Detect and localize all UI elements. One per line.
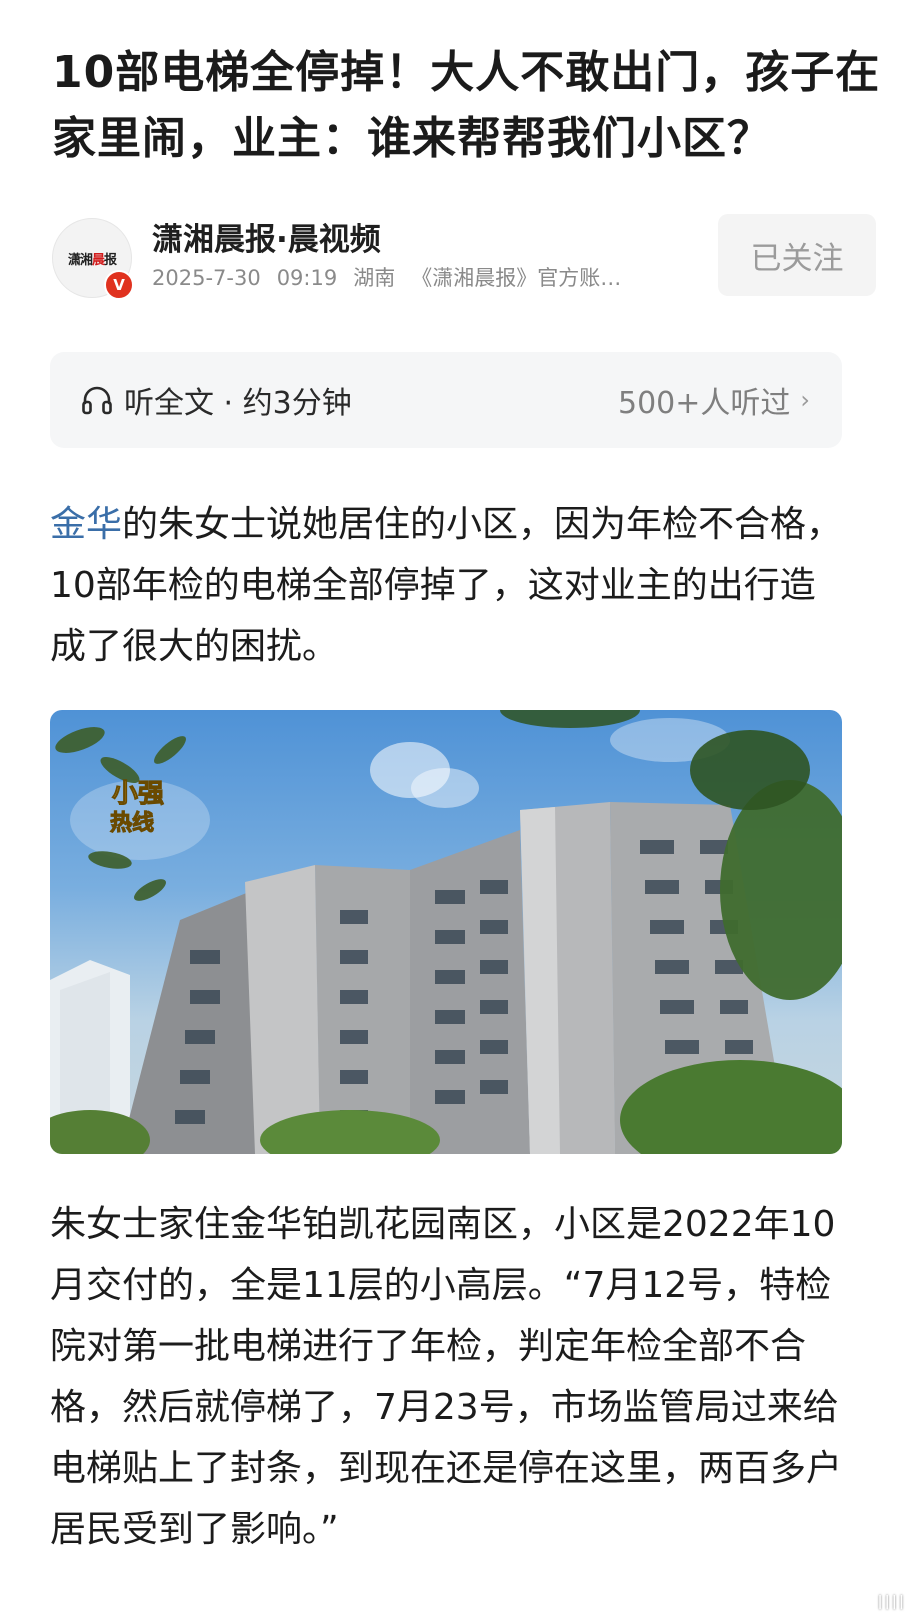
publish-location: 湖南 xyxy=(353,266,396,290)
building-image: 小强 热线 xyxy=(50,710,842,1154)
author-row: 潇湘晨报 V 潇湘晨报·晨视频 2025-7-30 09:19 湖南 《潇湘晨报》官方… xyxy=(52,212,876,302)
headphones-icon xyxy=(82,386,112,415)
listen-right: 500+人听过 › xyxy=(618,352,810,448)
author-name[interactable]: 潇湘晨报·晨视频 xyxy=(152,214,381,259)
paragraph-1: 金华的朱女士说她居住的小区，因为年检不合格，10部年检的电梯全部停掉了，这对业主… xyxy=(50,494,850,677)
author-meta: 2025-7-30 09:19 湖南 《潇湘晨报》官方账… xyxy=(152,262,672,292)
avatar-text-red: 晨 xyxy=(91,252,105,268)
follow-button[interactable]: 已关注 xyxy=(718,214,876,296)
avatar-text-end: 报 xyxy=(104,252,117,268)
listen-count: 500+人听过 xyxy=(617,386,791,421)
paragraph-2: 朱女士家住金华铂凯花园南区，小区是2022年10月交付的，全是11层的小高层。“… xyxy=(50,1204,843,1550)
location-link[interactable]: 金华 xyxy=(50,504,122,545)
verified-badge-icon: V xyxy=(104,270,134,300)
author-desc: 《潇湘晨报》官方账… xyxy=(411,266,622,290)
listen-label: 听全文 · 约3分钟 xyxy=(124,386,352,421)
logo-line-2: 热线 xyxy=(110,810,154,836)
publish-time: 09:19 xyxy=(276,266,338,290)
logo-line-1: 小强 xyxy=(112,779,164,809)
article-title: 10部电梯全停掉！大人不敢出门，孩子在家里闹，业主：谁来帮帮我们小区？ xyxy=(52,47,881,164)
avatar-text: 潇湘 xyxy=(67,252,93,268)
listen-left: 听全文 · 约3分钟 xyxy=(80,352,352,448)
chevron-right-icon: › xyxy=(800,386,810,414)
source-watermark: |||| xyxy=(877,1594,906,1610)
article-photo[interactable]: 小强 热线 xyxy=(50,710,842,1154)
paragraph-1-text: 的朱女士说她居住的小区，因为年检不合格，10部年检的电梯全部停掉了，这对业主的出… xyxy=(50,504,843,667)
publish-date: 2025-7-30 xyxy=(152,266,261,290)
listen-bar[interactable]: 听全文 · 约3分钟 500+人听过 › xyxy=(50,352,842,448)
